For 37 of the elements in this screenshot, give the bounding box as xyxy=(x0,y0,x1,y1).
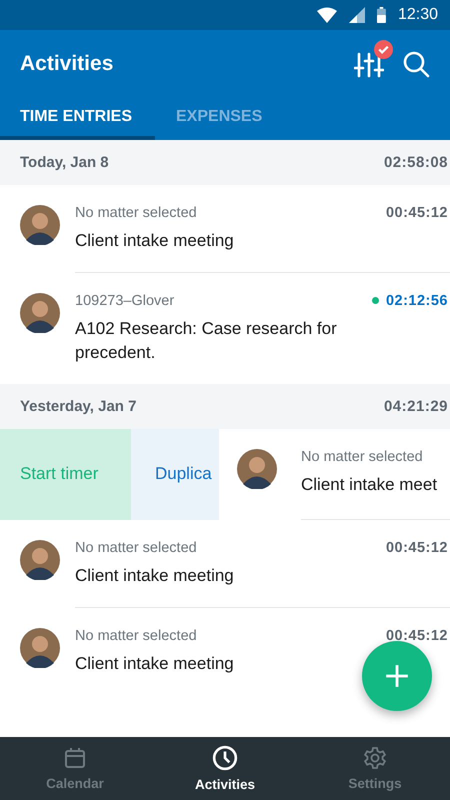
entry-duration: 00:45:12 xyxy=(386,205,448,221)
plus-icon xyxy=(384,663,410,689)
clock-icon xyxy=(212,745,238,771)
avatar-icon xyxy=(20,205,60,245)
avatar-icon xyxy=(20,292,60,333)
matter-label: No matter selected xyxy=(75,540,197,556)
battery-icon xyxy=(377,7,386,23)
settings-icon xyxy=(363,746,387,770)
avatar-icon xyxy=(20,628,60,668)
entry-duration: 00:45:12 xyxy=(386,540,448,556)
app-title: Activities xyxy=(20,52,114,76)
avatar-icon xyxy=(20,540,60,580)
entry-description: Client intake meeting xyxy=(75,564,235,587)
entry-description: Client intake meet xyxy=(301,474,438,496)
duplicate-button[interactable]: Duplica xyxy=(131,428,219,520)
avatar-icon xyxy=(237,448,277,489)
search-icon xyxy=(402,50,430,78)
search-button[interactable] xyxy=(402,50,430,78)
status-time: 12:30 xyxy=(398,6,438,24)
filter-button[interactable] xyxy=(354,40,393,79)
entry-description: A102 Research: Case research for precedent. xyxy=(75,318,338,364)
matter-label: No matter selected xyxy=(75,205,197,221)
entry-description: Client intake meeting xyxy=(75,652,235,675)
entry-duration: 00:45:12 xyxy=(386,628,448,644)
nav-tab[interactable]: Activities xyxy=(150,737,300,800)
entry-description: Client intake meeting xyxy=(75,230,235,252)
matter-label: 109273–Glover xyxy=(75,292,174,309)
matter-label: No matter selected xyxy=(75,628,197,644)
group-total: 02:58:08 xyxy=(384,154,448,171)
group-date: Today, Jan 8 xyxy=(20,154,109,171)
group-total: 04:21:29 xyxy=(384,398,448,415)
calendar-icon xyxy=(63,746,87,770)
matter-label: No matter selected xyxy=(301,448,423,465)
signal-icon xyxy=(349,7,366,23)
group-date: Yesterday, Jan 7 xyxy=(20,398,136,415)
wifi-icon xyxy=(317,7,338,23)
entry-duration: 02:12:56 xyxy=(386,292,448,309)
